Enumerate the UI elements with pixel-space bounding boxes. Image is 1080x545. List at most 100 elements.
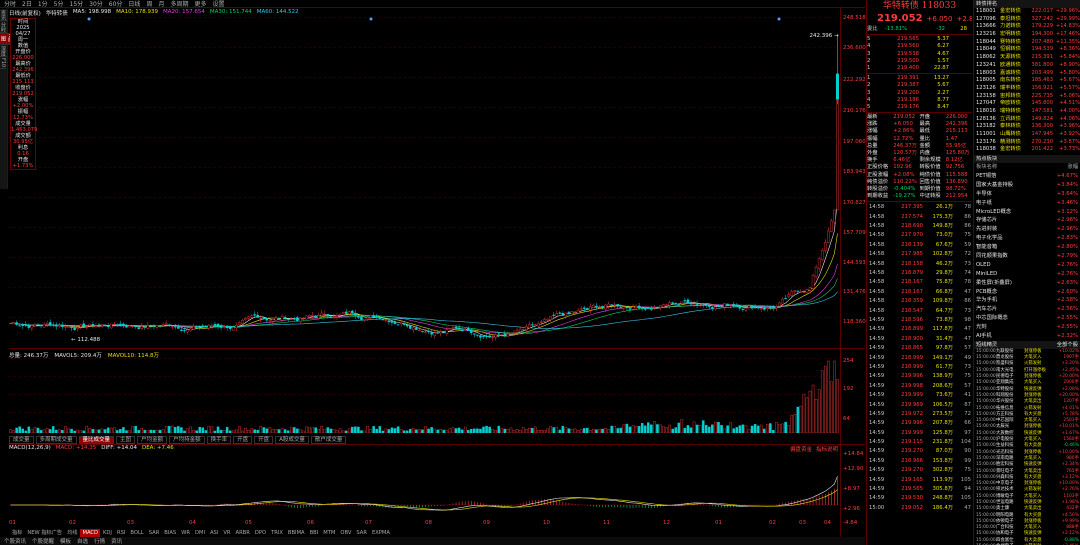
trade-tick[interactable]: 14:59 219.996 207.8万 66 — [867, 419, 972, 428]
bond-row[interactable]: 118049 恒钢转债 194.539 +8.36% — [974, 46, 1080, 54]
indicator-tab[interactable]: BBI — [308, 529, 321, 537]
side-tab[interactable]: 深度 — [0, 45, 7, 57]
sub-tab[interactable]: 户均持金额 — [169, 436, 205, 444]
trade-tick[interactable]: 14:58 218.359 109.8万 86 — [867, 297, 972, 306]
trade-tick[interactable]: 14:58 217.395 26.1万 78 — [867, 203, 972, 212]
bond-row[interactable]: 123176 精测转债 270.230 +3.87% — [974, 139, 1080, 147]
news-list[interactable]: 15:00:00 九联股份 封涨停板 +10.02% 15:00:00 鼎龙股份 大笔买入 1… — [974, 349, 1080, 545]
indicator-tab[interactable]: DPO — [253, 529, 268, 537]
trade-tick[interactable]: 14:59 218.596 73.8万 98 — [867, 316, 972, 325]
sub-tab[interactable]: 成交量 — [9, 436, 34, 444]
concept-row[interactable]: 智能音箱 +2.80% — [974, 243, 1080, 252]
period-tab[interactable]: 30分 — [89, 0, 103, 8]
indicator-tab[interactable]: ASI — [208, 529, 220, 537]
concept-row[interactable]: 同花顺果指数 +2.79% — [974, 252, 1080, 261]
trade-tick[interactable]: 14:59 218.999 61.7万 73 — [867, 363, 972, 372]
sub-tab[interactable]: 换手率 — [206, 436, 232, 444]
trade-tick[interactable]: 14:58 218.879 29.8万 74 — [867, 269, 972, 278]
bond-row[interactable]: 118001 金宏转债 222.017 +29.96% — [974, 8, 1080, 16]
indicator-tab[interactable]: OBV — [338, 529, 353, 537]
trade-tick[interactable]: 14:58 217.574 175.3万 86 — [867, 213, 972, 222]
period-tab[interactable]: 60分 — [109, 0, 123, 8]
trade-tick[interactable]: 14:58 218.139 67.6万 59 — [867, 241, 972, 250]
macd-button[interactable]: 偏盘资金 — [790, 445, 812, 453]
indicator-tab[interactable]: MACD — [80, 529, 101, 537]
trade-tick[interactable]: 14:58 217.970 73.0万 75 — [867, 231, 972, 240]
indicator-tab[interactable]: RSI — [115, 529, 127, 537]
bond-row[interactable]: 118044 赛特转债 207.480 +11.35% — [974, 39, 1080, 47]
period-tab[interactable]: 分时 — [4, 0, 16, 8]
bond-row[interactable]: 111001 山鹰转债 147.945 +3.92% — [974, 131, 1080, 139]
bond-row[interactable]: 123158 宙邦转债 225.735 +5.06% — [974, 93, 1080, 101]
bond-row[interactable]: 123126 瑞丰转债 156.921 +5.57% — [974, 85, 1080, 93]
indicator-tab[interactable]: WR — [179, 529, 192, 537]
concept-row[interactable]: 电子纸 +3.46% — [974, 199, 1080, 208]
concept-row[interactable]: 先进封装 +2.96% — [974, 225, 1080, 234]
bond-row[interactable]: 118005 南东转债 185.463 +5.67% — [974, 77, 1080, 85]
concept-row[interactable]: MiniLED +2.76% — [974, 270, 1080, 279]
side-tab[interactable]: F10 — [0, 57, 6, 69]
period-tab[interactable]: 15分 — [70, 0, 84, 8]
indicator-tab[interactable]: EXPMA — [370, 529, 392, 537]
period-tab[interactable]: 5分 — [54, 0, 64, 8]
trade-tick[interactable]: 14:59 219.969 106.5万 87 — [867, 401, 972, 410]
news-filter[interactable]: 全部个股 — [1057, 341, 1078, 349]
trade-tick[interactable]: 14:58 218.690 149.8万 86 — [867, 222, 972, 231]
sub-tab[interactable]: 开盘 — [254, 436, 274, 444]
indicator-tab[interactable]: MTM — [321, 529, 337, 537]
trade-tick[interactable]: 14:58 218.158 46.2万 73 — [867, 260, 972, 269]
concept-row[interactable]: 中芯国际概念 +2.55% — [974, 314, 1080, 323]
period-tab[interactable]: 1分 — [38, 0, 48, 8]
period-tab[interactable]: 日线 — [128, 0, 140, 8]
concept-row[interactable]: 存储芯片 +2.96% — [974, 216, 1080, 225]
trade-tick[interactable]: 14:59 219.270 302.8万 75 — [867, 466, 972, 475]
concept-row[interactable]: PET铜箔 +4.67% — [974, 172, 1080, 181]
concept-row[interactable]: 电子化学品 +2.83% — [974, 234, 1080, 243]
bottom-tab[interactable]: 模板 — [60, 537, 71, 545]
side-tab[interactable]: 资讯 — [0, 9, 7, 21]
indicator-tab[interactable]: KDJ — [101, 529, 114, 537]
bottom-tab[interactable]: 个股资讯 — [4, 537, 26, 545]
trade-tick[interactable]: 14:59 219.996 138.9万 75 — [867, 372, 972, 381]
trade-tick[interactable]: 14:59 219.530 248.8万 105 — [867, 494, 972, 503]
bond-row[interactable]: 127096 泰坦转债 327.242 +29.99% — [974, 16, 1080, 24]
indicator-tab[interactable]: NEW 指标广告 — [25, 529, 64, 537]
volume-chart[interactable] — [9, 358, 839, 433]
bond-row[interactable]: 118016 瑞特转债 147.581 +4.00% — [974, 108, 1080, 116]
concept-row[interactable]: 半导体 +3.64% — [974, 190, 1080, 199]
indicator-tab[interactable]: SAR — [354, 529, 369, 537]
trade-tick[interactable]: 14:58 217.985 102.8万 72 — [867, 250, 972, 259]
bond-row[interactable]: 128136 立讯转债 149.824 +4.06% — [974, 116, 1080, 124]
bond-row[interactable]: 127047 帝欧转债 145.800 +4.51% — [974, 100, 1080, 108]
trade-tick[interactable]: 14:59 219.165 113.9万 105 — [867, 476, 972, 485]
indicator-tab[interactable]: SAR — [147, 529, 162, 537]
bond-row[interactable]: 123182 泰林转债 136.300 +3.96% — [974, 123, 1080, 131]
bond-ranking-list[interactable]: 118001 金宏转债 222.017 +29.96% 127096 泰坦转债 327.24… — [974, 8, 1080, 154]
indicator-tab[interactable]: TRIX — [269, 529, 285, 537]
trade-ticks[interactable]: 14:58 217.395 26.1万 78 14:58 217.574 175.3万 86 1… — [867, 203, 972, 513]
period-tab[interactable]: 周 — [146, 0, 152, 8]
trade-tick[interactable]: 14:59 218.900 31.4万 47 — [867, 335, 972, 344]
trade-tick[interactable]: 14:59 219.972 273.5万 72 — [867, 410, 972, 419]
indicator-tab[interactable]: ARBR — [234, 529, 252, 537]
concept-row[interactable]: AI手机 +2.32% — [974, 332, 1080, 341]
concept-row[interactable]: 汽车芯片 +2.56% — [974, 305, 1080, 314]
sub-tab[interactable]: A股成交量 — [275, 436, 309, 444]
sub-tab[interactable]: 户均金额 — [137, 436, 168, 444]
bottom-tab[interactable]: 行情 — [94, 537, 105, 545]
bottom-tab[interactable]: 自选 — [77, 537, 88, 545]
side-tab[interactable]: 分时 — [0, 21, 7, 33]
bond-row[interactable]: 123216 宏明转债 194.300 +17.46% — [974, 31, 1080, 39]
bond-row[interactable]: 118038 金宏转债 201.422 +3.73% — [974, 146, 1080, 154]
trade-tick[interactable]: 14:59 219.998 208.6万 57 — [867, 382, 972, 391]
trade-tick[interactable]: 14:58 218.167 75.8万 78 — [867, 278, 972, 287]
concept-row[interactable]: OLED +2.76% — [974, 261, 1080, 270]
bottom-tab[interactable]: 资讯 — [111, 537, 122, 545]
concept-row[interactable]: 华为手机 +2.58% — [974, 296, 1080, 305]
trade-tick[interactable]: 14:59 219.565 305.8万 94 — [867, 485, 972, 494]
indicator-tab[interactable]: BIAS — [162, 529, 178, 537]
concept-row[interactable]: PCB概念 +2.60% — [974, 288, 1080, 297]
indicator-tab[interactable]: 均线 — [65, 529, 79, 537]
concept-row[interactable]: 国家大基金持股 +3.84% — [974, 181, 1080, 190]
sub-tab[interactable]: 主图 — [116, 436, 136, 444]
